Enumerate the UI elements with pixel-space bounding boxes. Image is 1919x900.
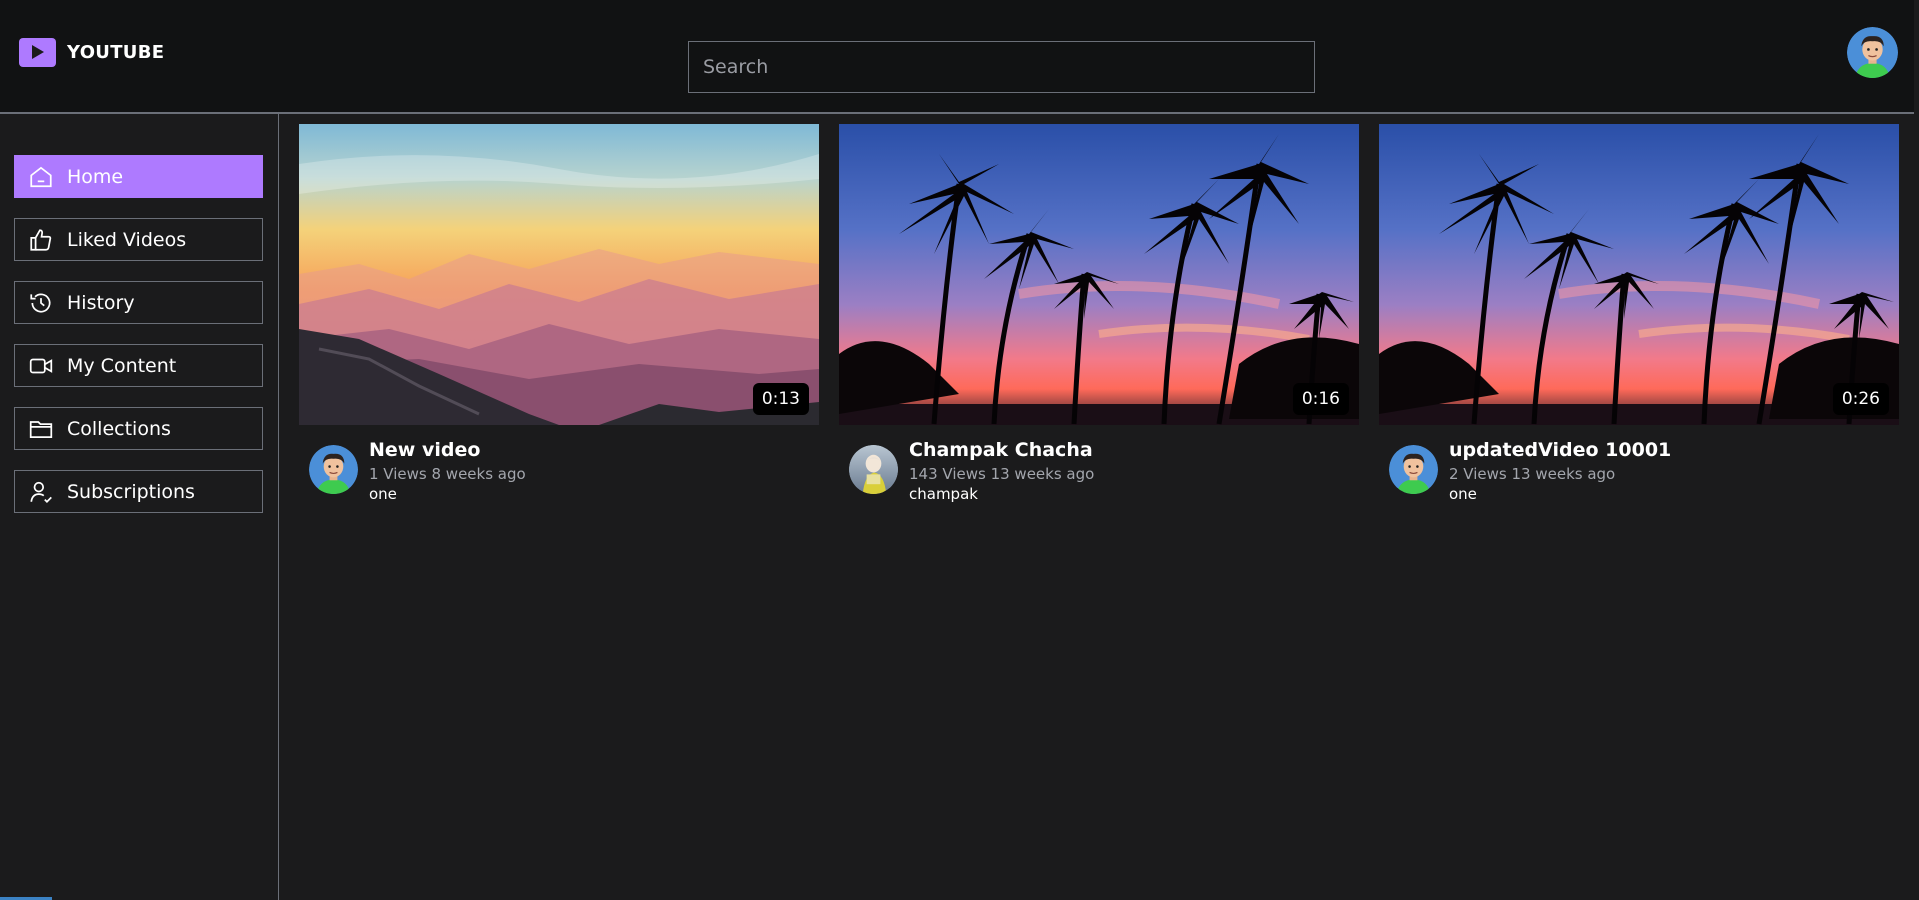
duration-badge: 0:16	[1292, 383, 1349, 415]
video-stats: 2 Views 13 weeks ago	[1449, 465, 1616, 483]
thumbs-up-icon	[27, 226, 55, 254]
mountain-sunset-image	[299, 124, 819, 425]
video-card[interactable]: 0:26 updatedVideo 10001 2 Views 13 weeks…	[1379, 124, 1899, 505]
user-check-icon	[27, 478, 55, 506]
sidebar-item-label: Home	[67, 165, 124, 188]
top-bar: YOUTUBE	[0, 0, 1914, 114]
video-meta: updatedVideo 10001 2 Views 13 weeks ago …	[1379, 425, 1899, 505]
channel-avatar[interactable]	[849, 445, 898, 494]
video-stats: 1 Views 8 weeks ago	[369, 465, 526, 483]
sidebar-item-label: Collections	[67, 417, 171, 440]
app-logo[interactable]: YOUTUBE	[19, 36, 164, 68]
sidebar-item-collections[interactable]: Collections	[14, 407, 263, 450]
history-icon	[27, 289, 55, 317]
video-camera-icon	[27, 352, 55, 380]
duration-badge: 0:26	[1832, 383, 1889, 415]
search-input[interactable]	[688, 41, 1315, 93]
video-stats: 143 Views 13 weeks ago	[909, 465, 1095, 483]
sidebar-item-liked-videos[interactable]: Liked Videos	[14, 218, 263, 261]
video-thumbnail[interactable]: 0:16	[839, 124, 1359, 425]
play-icon	[19, 37, 56, 67]
sidebar-item-label: Liked Videos	[67, 228, 187, 251]
sidebar: Home Liked Videos History My Content Col…	[0, 114, 279, 900]
sidebar-item-label: History	[67, 291, 135, 314]
home-icon	[27, 163, 55, 191]
channel-name[interactable]: champak	[909, 485, 978, 503]
sidebar-item-home[interactable]: Home	[14, 155, 263, 198]
video-title[interactable]: Champak Chacha	[909, 439, 1093, 461]
channel-avatar[interactable]	[309, 445, 358, 494]
video-card[interactable]: 0:16 Champak Chacha 143 Views 13 weeks a…	[839, 124, 1359, 505]
video-meta: New video 1 Views 8 weeks ago one	[299, 425, 819, 505]
sidebar-item-my-content[interactable]: My Content	[14, 344, 263, 387]
video-title[interactable]: updatedVideo 10001	[1449, 439, 1671, 461]
user-avatar[interactable]	[1847, 27, 1898, 78]
video-meta: Champak Chacha 143 Views 13 weeks ago ch…	[839, 425, 1359, 505]
sidebar-item-label: Subscriptions	[67, 480, 195, 503]
channel-name[interactable]: one	[369, 485, 397, 503]
duration-badge: 0:13	[752, 383, 809, 415]
video-card[interactable]: 0:13 New video 1 Views 8 weeks ago one	[299, 124, 819, 505]
palm-sunset-image	[1379, 124, 1899, 425]
video-title[interactable]: New video	[369, 439, 480, 461]
channel-avatar[interactable]	[1389, 445, 1438, 494]
logo-text: YOUTUBE	[67, 41, 165, 63]
channel-name[interactable]: one	[1449, 485, 1477, 503]
sidebar-item-history[interactable]: History	[14, 281, 263, 324]
video-thumbnail[interactable]: 0:26	[1379, 124, 1899, 425]
sidebar-item-label: My Content	[67, 354, 177, 377]
video-thumbnail[interactable]: 0:13	[299, 124, 819, 425]
folder-icon	[27, 415, 55, 443]
sidebar-item-subscriptions[interactable]: Subscriptions	[14, 470, 263, 513]
palm-sunset-image	[839, 124, 1359, 425]
